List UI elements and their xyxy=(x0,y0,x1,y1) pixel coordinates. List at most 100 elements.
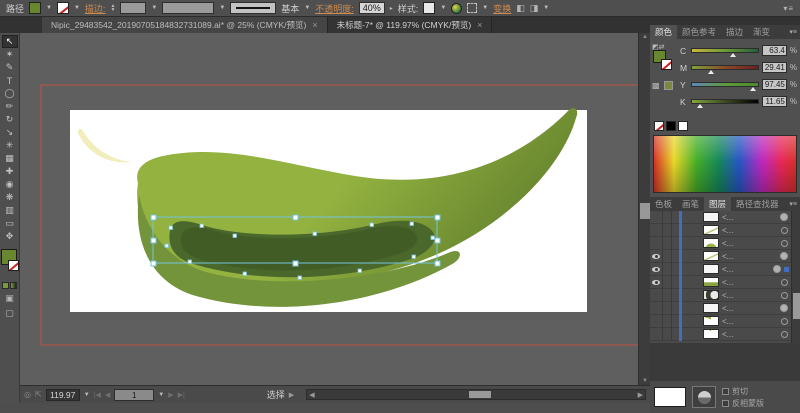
layer-thumbnail[interactable] xyxy=(703,225,719,235)
channel-slider[interactable] xyxy=(691,99,759,104)
gradient-button[interactable] xyxy=(10,282,17,289)
channel-slider[interactable] xyxy=(691,48,759,53)
stroke-weight-dropdown-icon[interactable]: ▼ xyxy=(151,5,157,11)
layers-scrollbar[interactable] xyxy=(791,211,800,343)
artboard-number-field[interactable]: 1 xyxy=(114,389,154,401)
mesh-tool[interactable]: ▦ xyxy=(2,152,18,165)
lock-cell[interactable] xyxy=(663,250,672,263)
lock-cell[interactable] xyxy=(663,224,672,237)
channel-value-field[interactable]: 97.45 xyxy=(762,79,787,90)
style-swatch[interactable] xyxy=(423,2,435,14)
scale-tool[interactable]: ↘ xyxy=(2,126,18,139)
visibility-cell[interactable] xyxy=(650,328,663,341)
next-artboard-icon[interactable]: ▶ xyxy=(168,391,173,399)
none-swatch[interactable] xyxy=(654,121,664,131)
target-circle[interactable] xyxy=(781,240,788,247)
white-swatch[interactable] xyxy=(678,121,688,131)
last-color-swatch[interactable] xyxy=(664,81,673,90)
zoom-dropdown-icon[interactable]: ▼ xyxy=(84,392,90,398)
slider-thumb[interactable] xyxy=(708,70,714,74)
layer-row-10[interactable]: <... xyxy=(650,328,791,341)
vertical-scrollbar-thumb[interactable] xyxy=(640,203,650,219)
scroll-right-icon[interactable]: ▶ xyxy=(638,391,643,399)
lock-cell[interactable] xyxy=(663,276,672,289)
visibility-cell[interactable] xyxy=(650,211,663,224)
blend-tool[interactable]: ◉ xyxy=(2,178,18,191)
tab-渐变[interactable]: 渐变 xyxy=(748,25,775,39)
layer-thumbnail[interactable] xyxy=(703,329,719,339)
transform-link[interactable]: 变换 xyxy=(493,2,511,15)
lock-cell[interactable] xyxy=(663,263,672,276)
channel-value-field[interactable]: 63.4 xyxy=(762,45,787,56)
stroke-weight-field[interactable] xyxy=(120,2,146,14)
width-tool[interactable]: ✳ xyxy=(2,139,18,152)
horizontal-scrollbar[interactable]: ◀ ▶ xyxy=(306,389,646,400)
type-tool[interactable]: T xyxy=(2,74,18,87)
canvas-area[interactable]: ▲ ▼ xyxy=(20,33,650,385)
visibility-cell[interactable] xyxy=(650,315,663,328)
scroll-down-icon[interactable]: ▼ xyxy=(639,378,650,384)
align-vertical-icon[interactable]: ◨ xyxy=(530,3,539,14)
last-artboard-icon[interactable]: ▶| xyxy=(178,391,185,399)
tab-色板[interactable]: 色板 xyxy=(650,197,677,211)
layer-row-1[interactable]: <... xyxy=(650,211,791,224)
panel-stroke-swatch[interactable] xyxy=(661,59,672,70)
color-button[interactable] xyxy=(2,282,9,289)
layer-thumbnail[interactable] xyxy=(703,238,719,248)
visibility-cell[interactable] xyxy=(650,289,663,302)
tab-画笔[interactable]: 画笔 xyxy=(677,197,704,211)
target-circle[interactable] xyxy=(781,279,788,286)
lock-cell[interactable] xyxy=(663,211,672,224)
layer-thumbnail[interactable] xyxy=(703,277,719,287)
layer-row-4[interactable]: <... xyxy=(650,250,791,263)
tab-颜色[interactable]: 颜色 xyxy=(650,25,677,39)
visibility-cell[interactable] xyxy=(650,276,663,289)
color-spectrum[interactable] xyxy=(653,135,797,193)
tab-menu-icon[interactable]: ▾≡ xyxy=(789,25,800,39)
lock-cell[interactable] xyxy=(663,328,672,341)
web-colors-icon[interactable]: ▩ xyxy=(652,81,660,90)
clip-option[interactable]: 剪切 xyxy=(722,385,764,397)
layer-thumbnail[interactable] xyxy=(703,290,719,300)
prev-artboard-icon[interactable]: ◀ xyxy=(105,391,110,399)
column-graph-tool[interactable]: ▥ xyxy=(2,204,18,217)
layers-scrollbar-thumb[interactable] xyxy=(793,293,800,319)
ellipse-tool[interactable]: ◯ xyxy=(2,87,18,100)
stroke-color-swatch[interactable] xyxy=(57,2,69,14)
status-expand-icon[interactable]: ▶ xyxy=(289,391,294,399)
layer-row-8[interactable]: <... xyxy=(650,302,791,315)
slider-thumb[interactable] xyxy=(750,87,756,91)
target-circle[interactable] xyxy=(781,292,788,299)
lock-cell[interactable] xyxy=(663,289,672,302)
lock-cell[interactable] xyxy=(663,302,672,315)
stroke-swatch-large[interactable] xyxy=(8,260,19,271)
stroke-link[interactable]: 描边: xyxy=(85,2,106,15)
scroll-up-icon[interactable]: ▲ xyxy=(639,34,650,40)
screen-mode-icon[interactable]: ▢ xyxy=(5,308,14,319)
draw-mode-icon[interactable]: ▣ xyxy=(5,293,14,304)
tab-图层[interactable]: 图层 xyxy=(704,197,731,211)
clip-checkbox[interactable] xyxy=(722,388,729,395)
slider-thumb[interactable] xyxy=(697,104,703,108)
visibility-cell[interactable] xyxy=(650,263,663,276)
variable-width-field[interactable] xyxy=(162,2,214,14)
pen-tool[interactable]: ✎ xyxy=(2,61,18,74)
status-arrow-icon[interactable]: ⇱ xyxy=(35,390,42,399)
channel-slider[interactable] xyxy=(691,65,759,70)
document-tab-1[interactable]: Nipic_29483542_20190705184832731089.ai* … xyxy=(42,17,328,33)
style-dropdown-icon[interactable]: ▼ xyxy=(440,5,446,11)
eyedropper-tool[interactable]: ✚ xyxy=(2,165,18,178)
hand-tool[interactable]: ✥ xyxy=(2,230,18,243)
black-swatch[interactable] xyxy=(666,121,676,131)
artwork-canvas[interactable] xyxy=(20,33,650,385)
layer-row-7[interactable]: <... xyxy=(650,289,791,302)
brush-definition-dropdown-icon[interactable]: ▼ xyxy=(304,5,310,11)
fill-color-swatch[interactable] xyxy=(29,2,41,14)
lock-cell[interactable] xyxy=(663,237,672,250)
select-similar-dropdown-icon[interactable]: ▼ xyxy=(482,5,488,11)
visibility-cell[interactable] xyxy=(650,250,663,263)
layer-row-3[interactable]: <... xyxy=(650,237,791,250)
recolor-artwork-icon[interactable] xyxy=(451,3,462,14)
fill-stroke-widget[interactable] xyxy=(0,249,20,279)
tab-menu-icon[interactable]: ▾≡ xyxy=(789,197,800,211)
